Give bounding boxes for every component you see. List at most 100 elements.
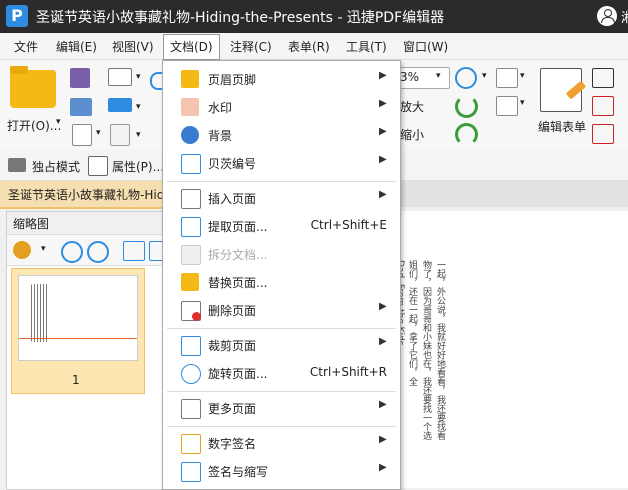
menu-item-label: 拆分文档...	[208, 248, 268, 262]
menu-item-label: 贝茨编号	[208, 157, 257, 171]
menu-edit[interactable]: 编辑(E)	[52, 37, 101, 56]
submenu-arrow-icon: ▶	[379, 434, 387, 445]
menu-item-label: 签名与缩写	[208, 465, 269, 479]
thumbnail-zoom-in-icon[interactable]	[61, 241, 83, 263]
menu-item-replace-pages[interactable]: 替换页面...	[163, 269, 400, 295]
scanner-icon[interactable]	[108, 98, 132, 112]
menu-item-split-document: 拆分文档...	[163, 241, 400, 267]
title-bar: P 圣诞节英语小故事藏礼物-Hiding-the-Presents - 迅捷PD…	[0, 0, 628, 33]
menu-item-header-footer[interactable]: 页眉页脚 ▶	[163, 66, 400, 92]
scanner-dropdown-icon[interactable]: ▾	[136, 102, 141, 112]
document-tab[interactable]: 圣诞节英语小故事藏礼物-Hiding-the-Presents	[0, 181, 165, 209]
menu-item-label: 删除页面	[208, 304, 257, 318]
callout-icon[interactable]	[592, 124, 614, 144]
image-dropdown-icon[interactable]: ▾	[520, 71, 525, 81]
menu-item-shortcut: Ctrl+Shift+E	[310, 218, 387, 232]
zoom-in-magnifier-icon[interactable]	[455, 67, 477, 89]
menu-item-label: 数字签名	[208, 437, 257, 451]
thumbnail-toolbar: ▾	[7, 235, 165, 266]
user-name[interactable]: 湘	[621, 7, 628, 26]
menu-view[interactable]: 视图(V)	[108, 37, 158, 56]
header-footer-icon	[181, 70, 199, 88]
zoom-value[interactable]: 3%	[400, 70, 419, 84]
submenu-arrow-icon: ▶	[379, 189, 387, 200]
more-dropdown-icon[interactable]: ▾	[136, 130, 141, 140]
exclusive-mode-button[interactable]: 独占模式	[32, 158, 80, 175]
replace-page-icon	[181, 273, 199, 291]
menu-item-label: 页眉页脚	[208, 73, 257, 87]
rotate-right-icon[interactable]	[455, 123, 478, 146]
thumbnail-zoom-out-icon[interactable]	[87, 241, 109, 263]
menu-window[interactable]: 窗口(W)	[399, 37, 452, 56]
crown-icon	[8, 158, 26, 172]
menu-item-label: 水印	[208, 101, 233, 115]
menu-form[interactable]: 表单(R)	[284, 37, 334, 56]
menu-separator	[167, 391, 396, 392]
gear-icon[interactable]	[13, 241, 31, 259]
bates-number-icon	[181, 154, 201, 174]
menu-item-insert-pages[interactable]: 插入页面 ▶	[163, 185, 400, 211]
menu-item-extract-pages[interactable]: 提取页面... Ctrl+Shift+E	[163, 213, 400, 239]
new-document-icon[interactable]	[72, 124, 92, 146]
menu-document[interactable]: 文档(D)	[163, 34, 220, 60]
menu-item-label: 背景	[208, 129, 233, 143]
zoom-dropdown-icon[interactable]: ▾	[436, 71, 441, 81]
print-icon[interactable]	[70, 98, 92, 116]
menu-item-label: 裁剪页面	[208, 339, 257, 353]
menu-item-digital-signature[interactable]: 数字签名 ▶	[163, 430, 400, 456]
menu-tools[interactable]: 工具(T)	[342, 37, 391, 56]
menu-item-delete-pages[interactable]: 删除页面 ▶	[163, 297, 400, 323]
submenu-arrow-icon: ▶	[379, 301, 387, 312]
text-box-icon[interactable]	[592, 96, 614, 116]
more-pages-icon	[181, 399, 201, 419]
open-dropdown-icon[interactable]: ▾	[56, 117, 61, 127]
menu-item-more-pages[interactable]: 更多页面 ▶	[163, 395, 400, 421]
text-image-dropdown-icon[interactable]: ▾	[520, 98, 525, 108]
email-dropdown-icon[interactable]: ▾	[136, 72, 141, 82]
image-icon[interactable]	[496, 68, 518, 88]
thumbnail-title: 缩略图	[13, 217, 50, 231]
delete-badge-icon	[192, 312, 201, 321]
gear-dropdown-icon[interactable]: ▾	[41, 244, 46, 254]
open-button-label[interactable]: 打开(O)...	[7, 117, 61, 134]
menu-item-bates-numbering[interactable]: 贝茨编号 ▶	[163, 150, 400, 176]
split-document-icon	[181, 245, 201, 265]
menu-file[interactable]: 文件	[10, 37, 42, 56]
zoom-in-label[interactable]: 放大	[400, 98, 424, 115]
zoom-in-dropdown-icon[interactable]: ▾	[482, 71, 487, 81]
save-icon[interactable]	[70, 68, 90, 88]
document-tab-label[interactable]: 圣诞节英语小故事藏礼物-Hiding-the-Presents	[8, 186, 163, 203]
background-icon	[181, 126, 199, 144]
menu-item-rotate-pages[interactable]: 旋转页面... Ctrl+Shift+R	[163, 360, 400, 386]
edit-form-label[interactable]: 编辑表单	[538, 118, 586, 135]
thumbnail-page[interactable]: 1	[11, 268, 145, 394]
text-field-icon[interactable]	[592, 68, 614, 88]
rotate-90-left-icon[interactable]	[123, 241, 145, 261]
crop-icon	[181, 336, 201, 356]
doc-column-2: 姐们，还在一起，拿了它们，全	[407, 260, 417, 386]
text-image-icon[interactable]	[496, 96, 518, 116]
new-dropdown-icon[interactable]: ▾	[96, 128, 101, 138]
rotate-left-icon[interactable]	[455, 95, 478, 118]
zoom-out-label[interactable]: 缩小	[400, 126, 424, 143]
extract-page-icon	[181, 217, 201, 237]
menu-comment[interactable]: 注释(C)	[226, 37, 276, 56]
folder-tab-icon	[10, 66, 28, 74]
menu-item-sign-initials[interactable]: 签名与缩写 ▶	[163, 458, 400, 484]
menu-item-crop-pages[interactable]: 裁剪页面 ▶	[163, 332, 400, 358]
user-avatar-icon[interactable]	[597, 6, 617, 26]
menu-item-background[interactable]: 背景 ▶	[163, 122, 400, 148]
menu-item-label: 提取页面...	[208, 220, 268, 234]
menu-separator	[167, 181, 396, 182]
app-logo-icon: P	[6, 5, 28, 27]
properties-icon	[88, 156, 108, 176]
menu-item-label: 替换页面...	[208, 276, 268, 290]
email-icon[interactable]	[108, 68, 132, 86]
submenu-arrow-icon: ▶	[379, 399, 387, 410]
menu-item-watermark[interactable]: 水印 ▶	[163, 94, 400, 120]
properties-button[interactable]: 属性(P)...	[112, 158, 164, 175]
watermark-icon	[181, 98, 199, 116]
new-from-icon[interactable]	[110, 124, 130, 146]
thumbnail-image[interactable]	[18, 275, 138, 361]
open-folder-icon[interactable]	[10, 70, 56, 108]
